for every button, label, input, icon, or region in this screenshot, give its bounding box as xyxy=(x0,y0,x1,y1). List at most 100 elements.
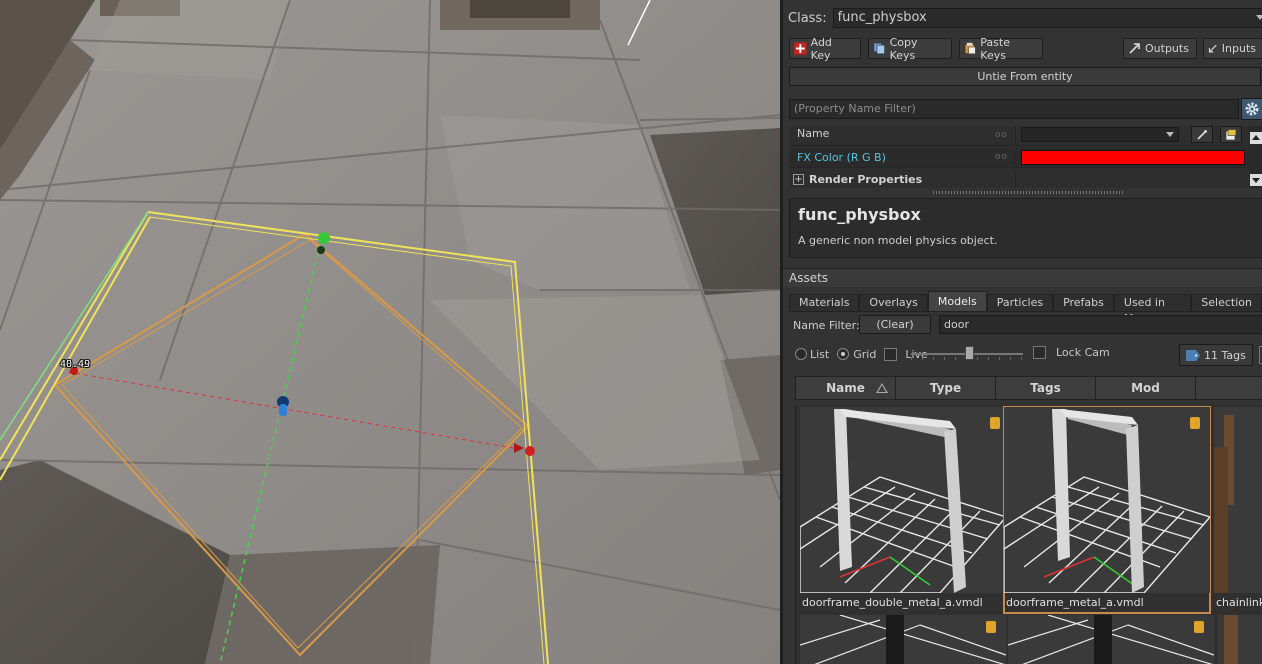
lock-cam-checkbox[interactable] xyxy=(1033,346,1046,359)
lock-icon xyxy=(986,621,996,633)
asset-label: chainlink_ xyxy=(1216,596,1262,609)
inputs-label: Inputs xyxy=(1221,42,1256,55)
asset-row-partial xyxy=(800,615,1262,664)
pick-button[interactable] xyxy=(1191,126,1213,143)
outputs-arrow-icon xyxy=(1129,43,1140,54)
column-name[interactable]: Name xyxy=(796,377,896,399)
add-key-label: Add Key xyxy=(810,35,832,62)
lock-icon xyxy=(990,417,1000,429)
viewport-scene xyxy=(0,0,780,664)
settings-gear-button[interactable] xyxy=(1241,98,1262,120)
clear-filter-button[interactable]: (Clear) xyxy=(859,315,931,334)
lock-icon xyxy=(1194,621,1204,633)
property-scrollbar[interactable] xyxy=(1249,126,1262,188)
expand-plus-icon[interactable]: + xyxy=(793,174,804,185)
render-properties-section[interactable]: + Render Properties xyxy=(789,170,1249,188)
lock-icon xyxy=(1190,417,1200,429)
scroll-up-icon[interactable] xyxy=(1250,132,1262,144)
asset-tabs: Materials Overlays Models Particles Pref… xyxy=(789,291,1262,325)
property-filter-input[interactable]: (Property Name Filter) xyxy=(789,99,1239,119)
lock-cam-label: Lock Cam xyxy=(1056,346,1110,359)
tags-button[interactable]: 11 Tags xyxy=(1179,344,1253,366)
property-row-name[interactable]: Name oo xyxy=(789,126,1249,146)
property-name: FX Color (R G B) xyxy=(797,151,886,164)
name-value-select[interactable] xyxy=(1021,127,1179,142)
help-title: func_physbox xyxy=(798,205,921,224)
tab-selection[interactable]: Selection xyxy=(1191,294,1262,312)
handle-green[interactable] xyxy=(318,232,330,244)
add-icon xyxy=(794,42,807,55)
doorframe-thumbnail xyxy=(800,407,1006,593)
object-properties-panel: Class: func_physbox Add Key Copy Keys Pa… xyxy=(780,0,1262,664)
tab-prefabs[interactable]: Prefabs xyxy=(1053,294,1114,312)
doorframe-thumbnail xyxy=(1004,407,1210,593)
outputs-button[interactable]: Outputs xyxy=(1123,38,1197,59)
tab-models[interactable]: Models xyxy=(927,291,987,312)
entity-help-box: func_physbox A generic non model physics… xyxy=(789,198,1262,258)
copy-icon xyxy=(873,42,885,55)
list-label: List xyxy=(810,347,830,361)
name-filter-label: Name Filter: xyxy=(793,319,860,332)
class-row: Class: func_physbox xyxy=(788,8,1262,28)
3d-viewport[interactable]: 40.49 xyxy=(0,0,780,664)
inputs-arrow-icon xyxy=(1208,44,1217,53)
paste-keys-label: Paste Keys xyxy=(980,35,1010,62)
asset-column-header: Name Type Tags Mod xyxy=(795,376,1262,400)
class-label: Class: xyxy=(788,10,827,26)
live-checkbox[interactable] xyxy=(884,347,898,361)
entity-picker-icon xyxy=(1225,128,1237,140)
sort-ascending-icon xyxy=(876,383,888,393)
outputs-label: Outputs xyxy=(1145,42,1189,55)
copy-keys-button[interactable]: Copy Keys xyxy=(868,35,952,62)
tab-particles[interactable]: Particles xyxy=(986,294,1054,312)
property-name: Name xyxy=(797,127,830,140)
tag-icon xyxy=(1186,349,1200,361)
asset-grid: doorframe_double_metal_a.vmdl doorframe_… xyxy=(795,405,1262,664)
chevron-down-icon xyxy=(1255,15,1262,20)
link-icon: oo xyxy=(995,152,1009,162)
grid-radio[interactable] xyxy=(837,348,850,360)
tab-overlays[interactable]: Overlays xyxy=(859,294,928,312)
asset-item[interactable]: doorframe_double_metal_a.vmdl xyxy=(800,407,1006,613)
grid-label: Grid xyxy=(853,347,877,361)
untie-from-entity-button[interactable]: Untie From entity xyxy=(789,67,1261,86)
assets-header: Assets xyxy=(783,268,1262,287)
name-filter-input[interactable]: door xyxy=(939,315,1262,334)
link-icon: oo xyxy=(995,130,1009,140)
class-select[interactable]: func_physbox xyxy=(832,8,1262,28)
tab-used-in-map[interactable]: Used in Map xyxy=(1113,294,1192,325)
paste-keys-button[interactable]: Paste Keys xyxy=(959,35,1043,62)
asset-item-selected[interactable]: doorframe_metal_a.vmdl xyxy=(1003,406,1211,614)
measurement-label: 40.49 xyxy=(60,359,91,370)
scroll-down-icon[interactable] xyxy=(1250,174,1262,186)
tags-label: 11 Tags xyxy=(1204,348,1246,362)
property-row-fx-color[interactable]: FX Color (R G B) oo xyxy=(789,148,1249,168)
lock-cam-option: Lock Cam xyxy=(1033,346,1110,359)
tab-materials[interactable]: Materials xyxy=(789,294,860,312)
asset-item[interactable]: chainlink_ xyxy=(1214,407,1262,613)
section-title: Render Properties xyxy=(809,173,923,186)
asset-label: doorframe_metal_a.vmdl xyxy=(1006,596,1144,609)
class-value: func_physbox xyxy=(837,10,927,25)
add-key-button[interactable]: Add Key xyxy=(789,35,861,62)
asset-label: doorframe_double_metal_a.vmdl xyxy=(802,596,983,609)
view-options: List Grid Live xyxy=(795,345,928,363)
slider-thumb[interactable] xyxy=(965,346,974,360)
list-radio[interactable] xyxy=(795,348,807,360)
column-type[interactable]: Type xyxy=(896,377,996,399)
paste-icon xyxy=(964,42,976,55)
fx-color-swatch[interactable] xyxy=(1021,150,1245,165)
handle-red[interactable] xyxy=(525,446,535,456)
select-entity-button[interactable] xyxy=(1220,126,1242,143)
chainlink-thumbnail xyxy=(1214,407,1262,593)
inputs-button[interactable]: Inputs xyxy=(1203,38,1262,59)
column-mod[interactable]: Mod xyxy=(1096,377,1196,399)
gear-icon xyxy=(1245,102,1259,116)
column-tags[interactable]: Tags xyxy=(996,377,1096,399)
eyedropper-icon xyxy=(1197,129,1207,140)
property-table: Name oo FX Color (R G B) oo + Render Pro… xyxy=(789,126,1249,188)
copy-keys-label: Copy Keys xyxy=(889,35,918,62)
help-description: A generic non model physics object. xyxy=(798,234,998,247)
splitter-handle[interactable] xyxy=(933,191,1123,194)
chevron-down-icon xyxy=(1166,132,1174,137)
